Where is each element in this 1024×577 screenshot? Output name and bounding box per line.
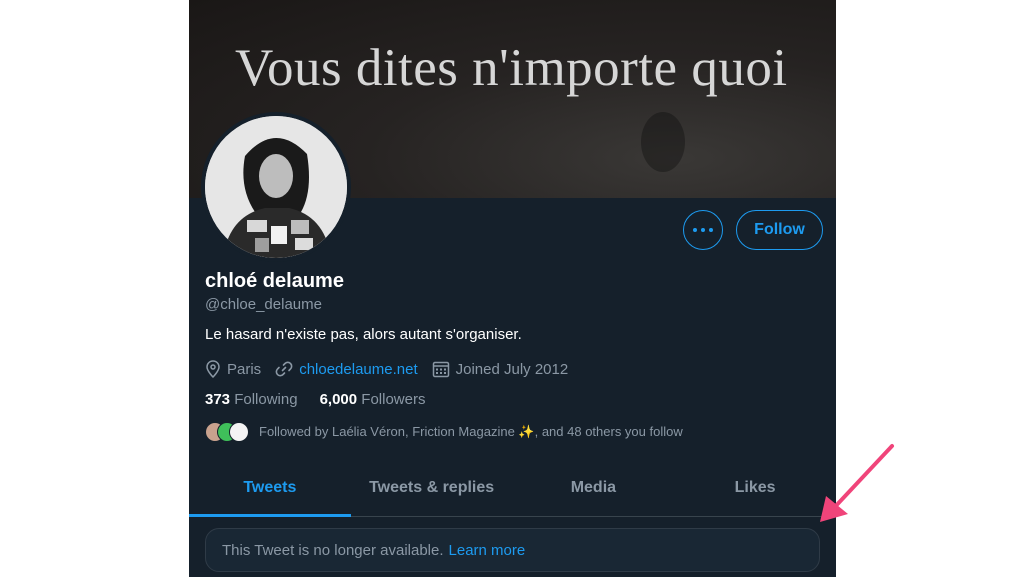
annotation-arrow <box>820 444 894 522</box>
profile-name: chloé delaume <box>205 270 344 292</box>
calendar-icon <box>432 360 450 378</box>
screenshot-canvas: Vous dites n'importe quoi Follow chloé d… <box>0 0 1024 577</box>
avatar-photo <box>205 116 347 258</box>
link-icon <box>275 360 293 378</box>
followed-by-row[interactable]: Followed by Laélia Véron, Friction Magaz… <box>205 421 683 443</box>
website-link[interactable]: chloedelaume.net <box>299 361 417 378</box>
tab-tweets-replies[interactable]: Tweets & replies <box>351 460 513 516</box>
following-count: 373 <box>205 391 231 408</box>
following-label: Following <box>234 391 298 408</box>
banner-text: Vous dites n'importe quoi <box>235 39 788 97</box>
banner-shadow <box>641 112 685 172</box>
follow-button[interactable]: Follow <box>736 210 823 250</box>
tab-tweets[interactable]: Tweets <box>189 460 351 517</box>
learn-more-link[interactable]: Learn more <box>449 542 526 559</box>
more-dot <box>701 228 705 232</box>
more-dots-icon <box>693 228 697 232</box>
profile-stats: 373 Following 6,000 Followers <box>205 391 425 408</box>
joined-text: Joined July 2012 <box>455 360 569 378</box>
more-dot <box>709 228 713 232</box>
unavailable-tweet-notice: This Tweet is no longer available. Learn… <box>205 528 820 572</box>
profile-meta: Paris chloedelaume.net Joined July 2012 <box>205 358 582 380</box>
followed-by-text: Followed by Laélia Véron, Friction Magaz… <box>259 424 683 439</box>
website-item[interactable]: chloedelaume.net <box>275 360 418 378</box>
profile-handle: @chloe_delaume <box>205 296 322 313</box>
followers-link[interactable]: 6,000 Followers <box>320 391 426 408</box>
joined-item: Joined July 2012 <box>432 360 569 378</box>
notice-text: This Tweet is no longer available. <box>222 541 444 559</box>
more-options-button[interactable] <box>683 210 723 250</box>
follower-avatar <box>229 422 249 442</box>
follower-avatars <box>205 422 251 442</box>
profile-page: Vous dites n'importe quoi Follow chloé d… <box>189 0 836 577</box>
followers-count: 6,000 <box>319 391 358 408</box>
tab-media[interactable]: Media <box>513 460 675 516</box>
location-pin-icon <box>205 360 221 378</box>
profile-avatar[interactable] <box>201 112 351 262</box>
profile-bio: Le hasard n'existe pas, alors autant s'o… <box>205 326 522 343</box>
profile-tabs: Tweets Tweets & replies Media Likes <box>189 460 836 517</box>
following-link[interactable]: 373 Following <box>205 391 298 408</box>
location-item: Paris <box>205 360 261 378</box>
location-text: Paris <box>227 360 262 378</box>
followers-label: Followers <box>361 391 426 408</box>
